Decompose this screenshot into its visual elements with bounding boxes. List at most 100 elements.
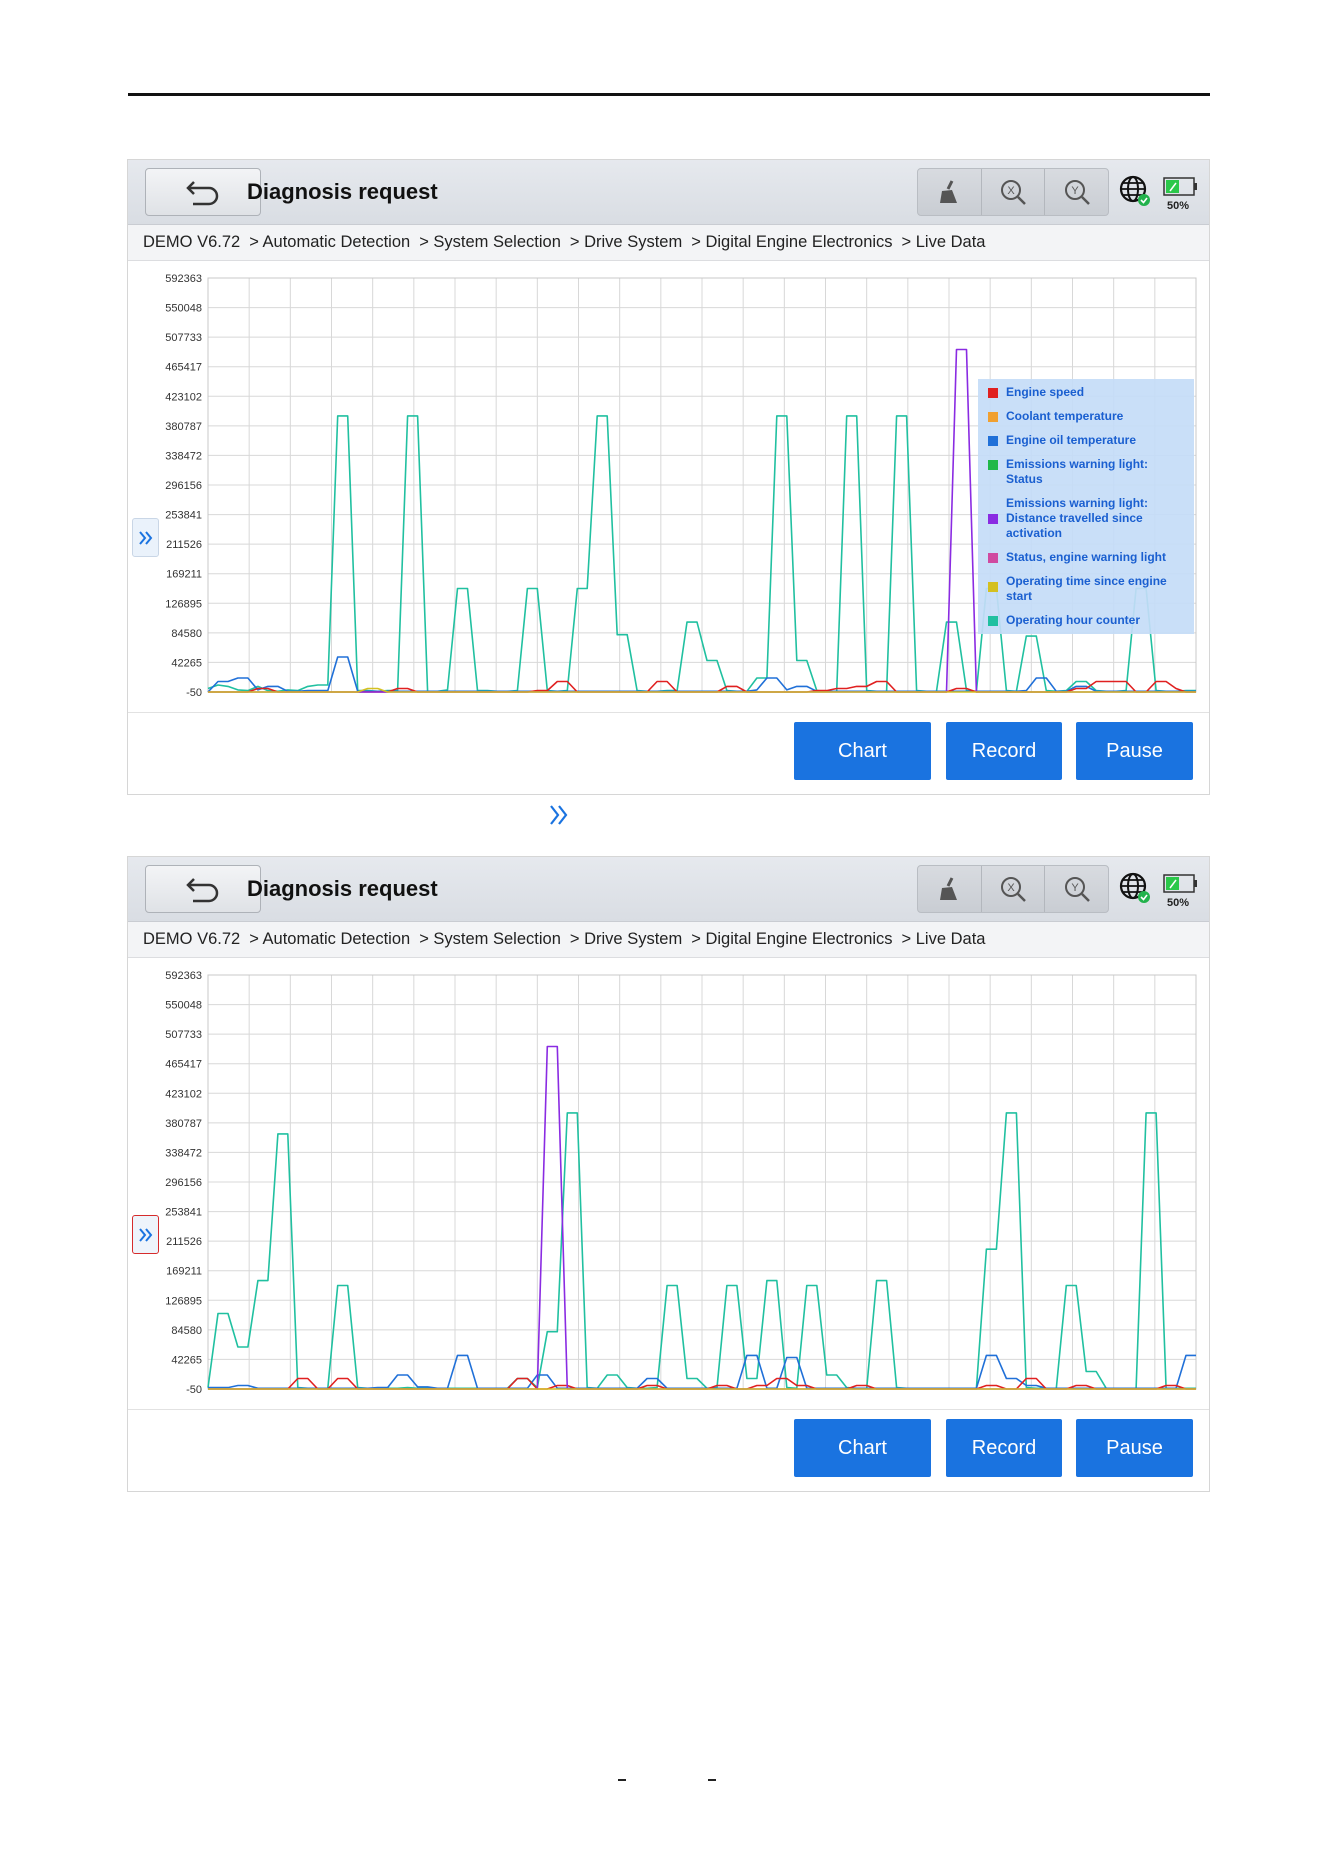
chart-button[interactable]: Chart: [794, 1419, 931, 1477]
breadcrumb-item[interactable]: > Digital Engine Electronics: [691, 930, 892, 949]
legend-item[interactable]: Emissions warning light: Status: [978, 457, 1194, 487]
breadcrumb-item[interactable]: DEMO V6.72: [143, 233, 240, 252]
legend-item[interactable]: Operating time since engine start: [978, 574, 1194, 604]
legend-item[interactable]: Status, engine warning light: [978, 550, 1194, 565]
zoom-x-icon: X: [1001, 180, 1026, 205]
y-tick-label: 211526: [166, 539, 202, 551]
legend-item[interactable]: Operating hour counter: [978, 613, 1194, 628]
battery-percentage: 50%: [1167, 200, 1190, 212]
clear-button[interactable]: [918, 169, 982, 215]
live-data-chart: 592363 550048 507733 465417 423102 380787 3384…: [128, 959, 1209, 1399]
breadcrumb-item[interactable]: > Live Data: [902, 233, 986, 252]
breadcrumb-item[interactable]: > Automatic Detection: [249, 233, 410, 252]
y-tick-label: 423102: [165, 1088, 202, 1100]
breadcrumb-item[interactable]: > Drive System: [570, 233, 682, 252]
y-tick-label: -50: [186, 1384, 202, 1396]
legend-item[interactable]: Coolant temperature: [978, 409, 1194, 424]
y-tick-label: 465417: [165, 362, 202, 374]
x-scale-button[interactable]: X: [982, 866, 1046, 912]
y-tick-label: 296156: [165, 1177, 202, 1189]
y-tick-label: 380787: [165, 1118, 202, 1130]
breadcrumb: DEMO V6.72 > Automatic Detection > Syste…: [128, 225, 1209, 261]
legend-swatch: [988, 582, 998, 592]
network-globe-icon: [1119, 175, 1150, 206]
svg-text:X: X: [1007, 185, 1015, 197]
y-tick-label: 84580: [171, 1325, 202, 1337]
breadcrumb-item[interactable]: > Automatic Detection: [249, 930, 410, 949]
legend-swatch: [988, 436, 998, 446]
clear-button[interactable]: [918, 866, 982, 912]
expand-legend-button[interactable]: [132, 518, 159, 557]
legend-swatch: [988, 553, 998, 563]
expand-legend-button[interactable]: [132, 1215, 159, 1254]
legend-swatch: [988, 460, 998, 470]
legend-label: Emissions warning light: Distance travel…: [1006, 496, 1149, 540]
toolbar: X Y: [917, 168, 1109, 216]
double-chevron-right-icon: [138, 530, 152, 545]
back-button[interactable]: [145, 168, 261, 216]
footer-mark: [618, 1779, 626, 1781]
zoom-x-icon: X: [1001, 877, 1026, 902]
breadcrumb-item[interactable]: > System Selection: [419, 233, 561, 252]
breadcrumb-item[interactable]: > Digital Engine Electronics: [691, 233, 892, 252]
y-tick-label: 296156: [165, 480, 202, 492]
zoom-y-icon: Y: [1064, 180, 1090, 205]
chart-legend: Engine speed Coolant temperature Engine …: [978, 379, 1194, 634]
legend-swatch: [988, 514, 998, 524]
pause-button[interactable]: Pause: [1076, 1419, 1193, 1477]
toolbar: X Y: [917, 865, 1109, 913]
back-button[interactable]: [145, 865, 261, 913]
page-title: Diagnosis request: [247, 876, 438, 901]
y-scale-button[interactable]: Y: [1045, 866, 1108, 912]
broom-icon: [940, 180, 958, 203]
double-chevron-right-icon: [550, 805, 568, 825]
breadcrumb-item[interactable]: DEMO V6.72: [143, 930, 240, 949]
svg-text:Y: Y: [1071, 882, 1079, 894]
legend-label: Operating time since engine start: [1006, 574, 1167, 603]
y-scale-button[interactable]: Y: [1045, 169, 1108, 215]
legend-label: Emissions warning light: Status: [1006, 457, 1149, 486]
breadcrumb-item[interactable]: > Live Data: [902, 930, 986, 949]
page-title: Diagnosis request: [247, 179, 438, 204]
y-tick-label: 423102: [165, 391, 202, 403]
legend-swatch: [988, 412, 998, 422]
legend-label: Operating hour counter: [1006, 613, 1141, 627]
record-button[interactable]: Record: [946, 1419, 1062, 1477]
y-tick-label: 550048: [165, 303, 202, 315]
y-tick-label: 338472: [165, 450, 202, 462]
screenshot-1: Diagnosis request X Y 50% DEMO V6.72 > A…: [127, 159, 1210, 795]
y-tick-label: 253841: [165, 1207, 202, 1219]
legend-item[interactable]: Emissions warning light: Distance travel…: [978, 496, 1194, 541]
chart-button[interactable]: Chart: [794, 722, 931, 780]
action-bar: Chart Record Pause: [128, 1409, 1209, 1492]
breadcrumb-item[interactable]: > Drive System: [570, 930, 682, 949]
line-chart: 592363 550048 507733 465417 423102 380787 3384…: [165, 970, 1197, 1396]
record-button[interactable]: Record: [946, 722, 1062, 780]
y-tick-label: 507733: [165, 1029, 202, 1041]
legend-swatch: [988, 388, 998, 398]
zoom-y-icon: Y: [1064, 877, 1090, 902]
legend-item[interactable]: Engine oil temperature: [978, 433, 1194, 448]
battery-percentage: 50%: [1167, 897, 1190, 909]
breadcrumb-item[interactable]: > System Selection: [419, 930, 561, 949]
legend-item[interactable]: Engine speed: [978, 385, 1194, 400]
breadcrumb: DEMO V6.72 > Automatic Detection > Syste…: [128, 922, 1209, 958]
legend-label: Coolant temperature: [1006, 409, 1124, 423]
footer-mark: [708, 1779, 716, 1781]
y-tick-label: 465417: [165, 1059, 202, 1071]
page-top-rule: [128, 93, 1210, 96]
back-arrow-icon: [186, 181, 219, 206]
svg-text:X: X: [1007, 882, 1015, 894]
svg-text:Y: Y: [1071, 185, 1079, 197]
y-tick-label: 253841: [165, 510, 202, 522]
x-scale-button[interactable]: X: [982, 169, 1046, 215]
y-tick-label: 592363: [165, 970, 202, 982]
network-globe-icon: [1119, 872, 1150, 903]
legend-label: Engine oil temperature: [1006, 433, 1137, 447]
title-bar: Diagnosis request X Y 50%: [128, 857, 1209, 922]
y-tick-label: 42265: [171, 657, 202, 669]
double-chevron-right-icon: [138, 1227, 152, 1242]
y-tick-label: 42265: [171, 1354, 202, 1366]
pause-button[interactable]: Pause: [1076, 722, 1193, 780]
y-tick-label: 338472: [165, 1147, 202, 1159]
